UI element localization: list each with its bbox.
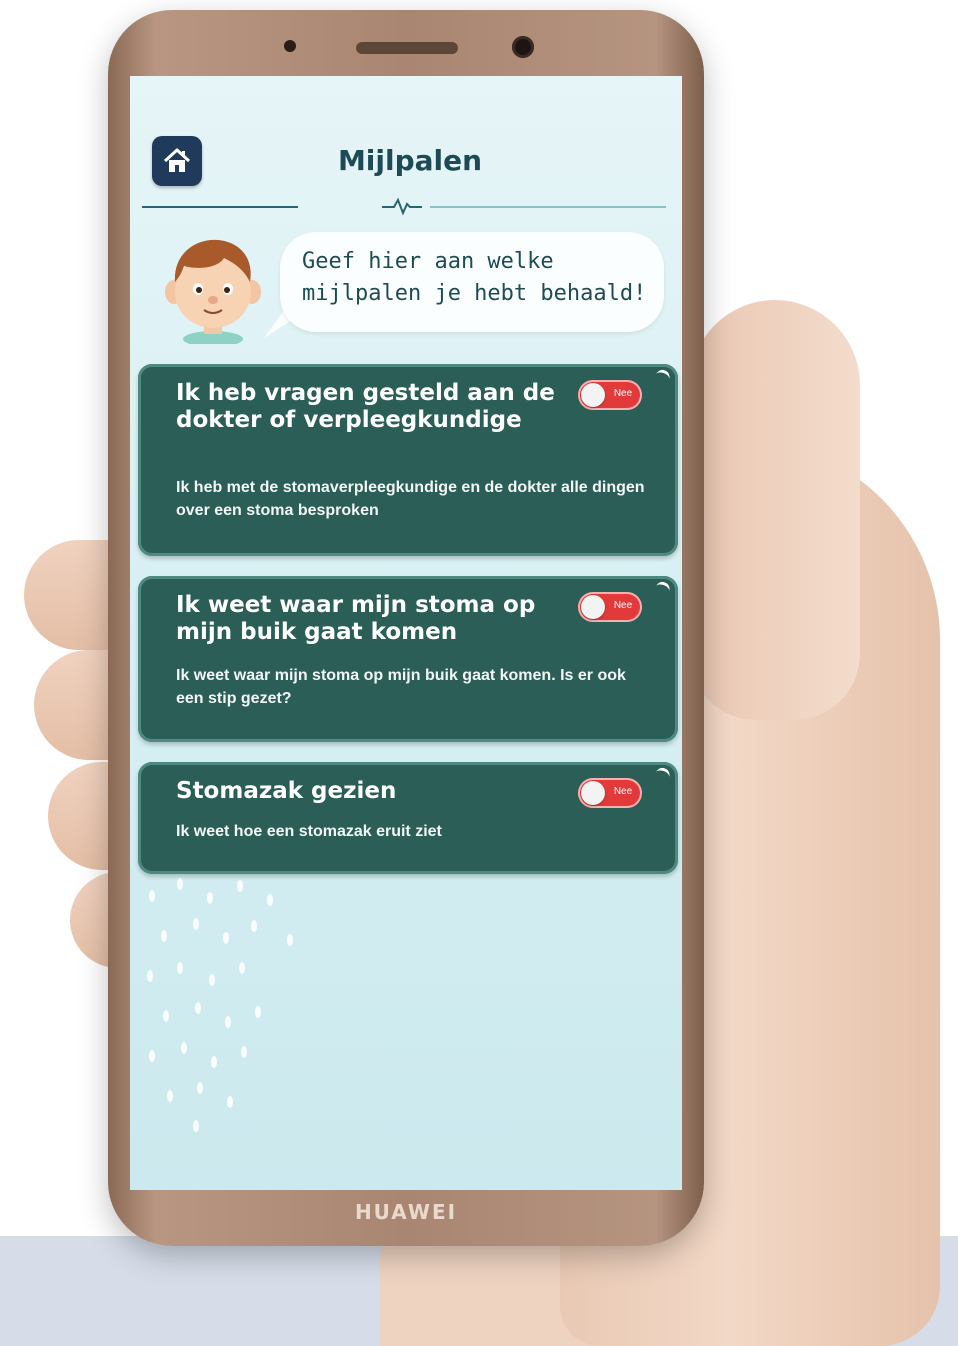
milestone-description: Ik weet waar mijn stoma op mijn buik gaa…: [176, 667, 626, 707]
milestone-toggle[interactable]: Nee: [578, 380, 642, 410]
milestone-description: Ik weet hoe een stomazak eruit ziet: [176, 823, 442, 840]
speech-text: Geef hier aan welke mijlpalen je hebt be…: [302, 249, 647, 306]
toggle-knob: [581, 383, 605, 407]
phone-brand-label: HUAWEI: [354, 1200, 458, 1224]
boy-avatar: [165, 239, 261, 344]
milestone-card: Stomazak gezien Nee Ik weet hoe een stom…: [138, 762, 678, 874]
card-corner-mark: [654, 765, 672, 782]
toggle-label: Nee: [613, 600, 633, 611]
phone-device: Mijlpalen Geef hier aan welke mijlpalen …: [108, 10, 704, 1246]
card-corner-mark: [654, 579, 672, 596]
home-button[interactable]: [152, 136, 202, 186]
home-icon: [163, 148, 191, 172]
heartbeat-icon: [382, 197, 422, 216]
toggle-knob: [581, 595, 605, 619]
sensor-dot: [284, 40, 296, 52]
page-title: Mijlpalen: [337, 144, 483, 177]
milestone-title: Ik weet waar mijn stoma op mijn buik gaa…: [176, 592, 536, 645]
app-screen: Mijlpalen Geef hier aan welke mijlpalen …: [130, 76, 682, 1190]
speech-bubble: Geef hier aan welke mijlpalen je hebt be…: [280, 232, 664, 332]
hand-thumb: [690, 300, 860, 720]
milestone-card: Ik heb vragen gesteld aan de dokter of v…: [138, 364, 678, 556]
milestone-card: Ik weet waar mijn stoma op mijn buik gaa…: [138, 576, 678, 742]
toggle-label: Nee: [613, 388, 633, 399]
earpiece-speaker: [356, 42, 458, 54]
milestone-description: Ik heb met de stomaverpleegkundige en de…: [176, 479, 645, 519]
milestone-title: Ik heb vragen gesteld aan de dokter of v…: [176, 380, 555, 433]
front-camera: [512, 36, 534, 58]
title-divider: [142, 206, 298, 208]
toggle-knob: [581, 781, 605, 805]
title-divider: [430, 206, 666, 208]
milestone-toggle[interactable]: Nee: [578, 592, 642, 622]
milestone-title: Stomazak gezien: [176, 778, 397, 804]
milestone-toggle[interactable]: Nee: [578, 778, 642, 808]
card-corner-mark: [654, 367, 672, 384]
decorative-dots: [147, 878, 293, 1132]
toggle-label: Nee: [613, 786, 633, 797]
